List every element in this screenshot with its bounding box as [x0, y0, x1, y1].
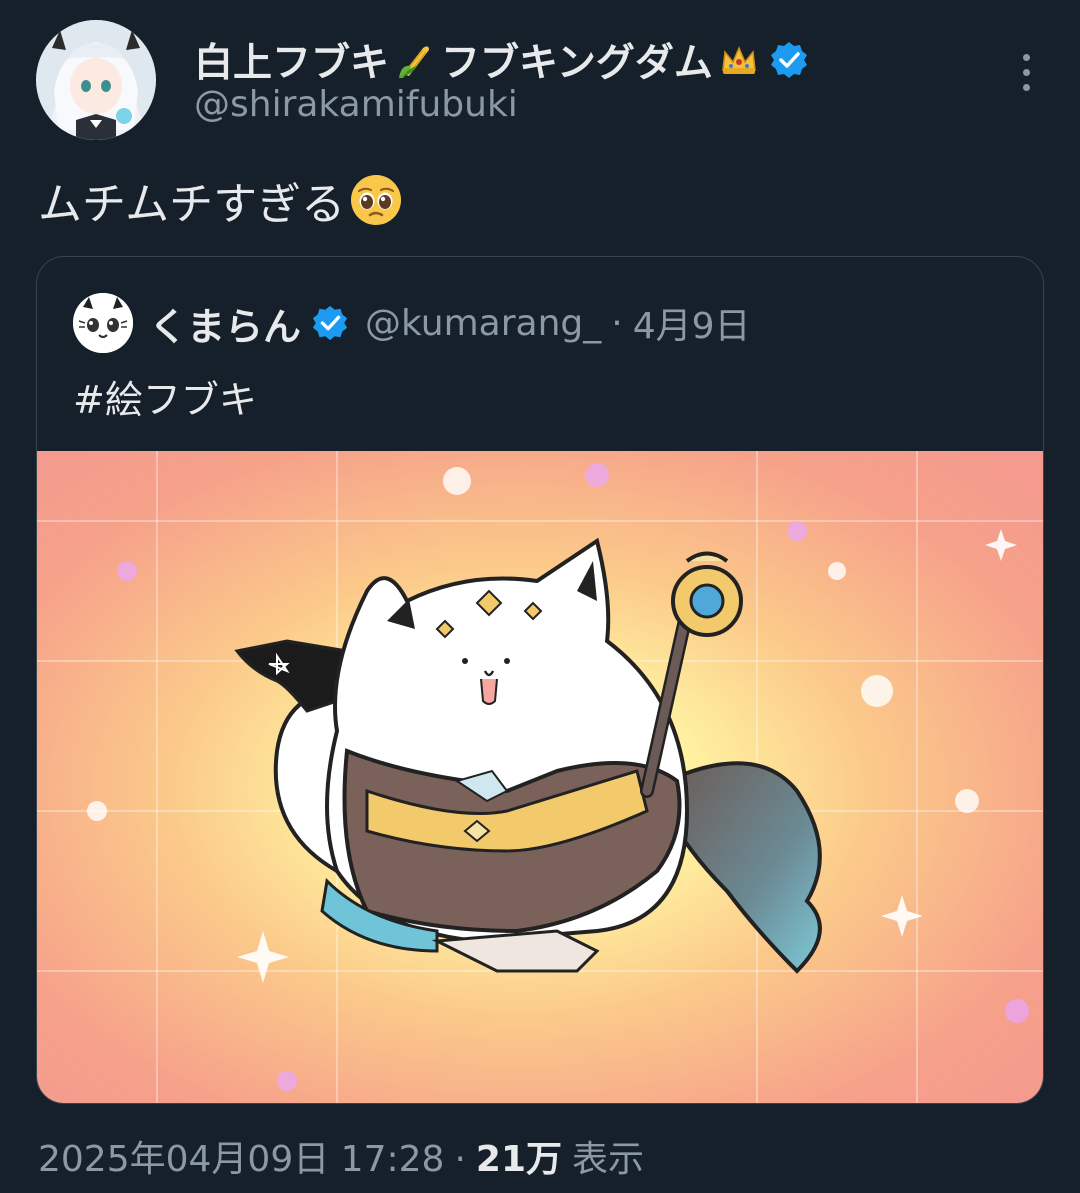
author-display-name-suffix[interactable]: フブキングダム	[441, 32, 713, 88]
crown-emoji-icon	[722, 46, 756, 74]
verified-badge-icon	[312, 305, 348, 341]
quoted-tweet-image[interactable]	[37, 451, 1043, 1103]
quoted-author-display-name[interactable]: くまらん	[149, 296, 301, 351]
quoted-tweet-date[interactable]: 4月9日	[633, 297, 751, 349]
verified-badge-icon	[770, 42, 807, 78]
more-dot-icon	[1022, 68, 1030, 76]
author-display-name[interactable]: 白上フブキ	[194, 32, 389, 88]
quoted-tweet-card[interactable]: くまらん @kumarang_ · 4月9日 #絵フブキ	[36, 256, 1044, 1104]
more-options-button[interactable]	[1006, 44, 1046, 100]
quoted-author-handle[interactable]: @kumarang_	[365, 303, 601, 344]
views-label: 表示	[572, 1139, 645, 1180]
author-name-row[interactable]: 白上フブキ フブキングダム	[194, 32, 809, 88]
quoted-author-avatar[interactable]	[73, 293, 133, 353]
author-handle[interactable]: @shirakamifubuki	[194, 84, 518, 125]
tweet-text: ムチムチすぎる	[38, 168, 403, 232]
quoted-tweet-text[interactable]: #絵フブキ	[73, 369, 257, 424]
pleading-face-emoji-icon	[351, 175, 402, 225]
tweet-meta: 2025年04月09日 17:28 · 21万 表示	[38, 1130, 644, 1182]
tweet-text-content: ムチムチすぎる	[38, 179, 346, 230]
more-dot-icon	[1022, 83, 1030, 91]
views-count[interactable]: 21万	[476, 1130, 562, 1182]
tweet-timestamp[interactable]: 2025年04月09日 17:28	[38, 1130, 444, 1182]
more-dot-icon	[1022, 53, 1030, 61]
meta-separator: ·	[454, 1139, 466, 1180]
quoted-tweet-header: くまらん @kumarang_ · 4月9日	[73, 291, 751, 355]
tweet-header: 白上フブキ フブキングダム @shirakamifubuki	[36, 20, 1046, 140]
corn-emoji-icon	[399, 46, 430, 78]
quoted-separator: ·	[611, 302, 623, 344]
author-avatar[interactable]	[36, 20, 156, 140]
